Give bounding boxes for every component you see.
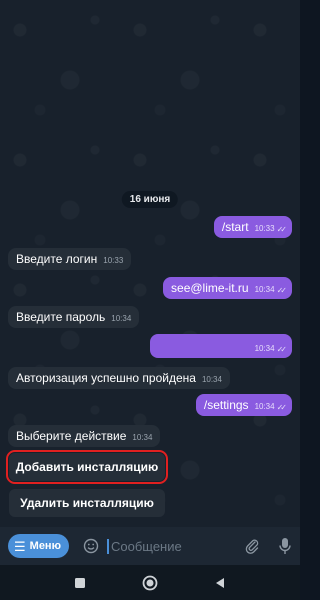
message-input[interactable] — [106, 538, 227, 554]
message-time: 10:33 — [103, 256, 124, 265]
remove-installation-button[interactable]: Удалить инсталляцию — [9, 489, 165, 517]
recents-button[interactable] — [71, 574, 89, 592]
message-time: 10:34 — [111, 314, 132, 323]
message-out[interactable]: see@lime-it.ru 10:34 ✓✓ — [163, 277, 292, 299]
paperclip-icon[interactable] — [244, 538, 260, 554]
message-in[interactable]: Введите пароль 10:34 — [8, 306, 140, 328]
message-text: Авторизация успешно пройдена — [16, 371, 196, 385]
back-icon — [216, 577, 224, 588]
back-button[interactable] — [211, 574, 229, 592]
message-text: Введите логин — [16, 252, 98, 266]
message-out[interactable]: 10:34 ✓✓ — [150, 334, 292, 358]
message-in[interactable]: Выберите действие 10:34 — [8, 425, 161, 447]
menu-button-label: Меню — [29, 540, 61, 552]
message-time: 10:33 — [254, 224, 275, 233]
message-time: 10:34 — [132, 433, 153, 442]
message-time: 10:34 — [254, 285, 275, 294]
message-text: /start — [221, 220, 249, 234]
home-icon — [142, 575, 158, 590]
chat-area[interactable]: 16 июня /start 10:33 ✓✓ Введите логин 10… — [0, 0, 300, 527]
message-text: see@lime-it.ru — [171, 281, 249, 295]
date-chip: 16 июня — [121, 191, 179, 208]
read-checks-icon: ✓✓ — [276, 345, 288, 354]
message-text: /settings — [203, 398, 249, 412]
read-checks-icon: ✓✓ — [276, 225, 288, 234]
microphone-icon[interactable] — [278, 537, 292, 555]
home-button[interactable] — [141, 574, 159, 592]
message-in[interactable]: Авторизация успешно пройдена 10:34 — [8, 367, 230, 389]
menu-button[interactable]: ☰ Меню — [8, 534, 69, 558]
menu-icon: ☰ — [14, 538, 26, 554]
message-out[interactable]: /start 10:33 ✓✓ — [213, 216, 292, 238]
system-nav-bar — [0, 565, 300, 600]
message-text: Выберите действие — [16, 429, 127, 443]
message-time: 10:34 — [254, 344, 275, 353]
read-checks-icon: ✓✓ — [276, 403, 288, 412]
read-checks-icon: ✓✓ — [276, 286, 288, 295]
recents-icon — [75, 577, 85, 588]
message-in[interactable]: Введите логин 10:33 — [8, 248, 132, 270]
message-time: 10:34 — [254, 402, 275, 411]
add-installation-button[interactable]: Добавить инсталляцию — [6, 450, 168, 484]
message-input-bar: ☰ Меню — [0, 527, 300, 565]
message-time: 10:34 — [201, 375, 222, 384]
emoji-icon[interactable] — [83, 538, 99, 554]
message-text: Введите пароль — [16, 310, 106, 324]
message-out[interactable]: /settings 10:34 ✓✓ — [195, 394, 292, 416]
